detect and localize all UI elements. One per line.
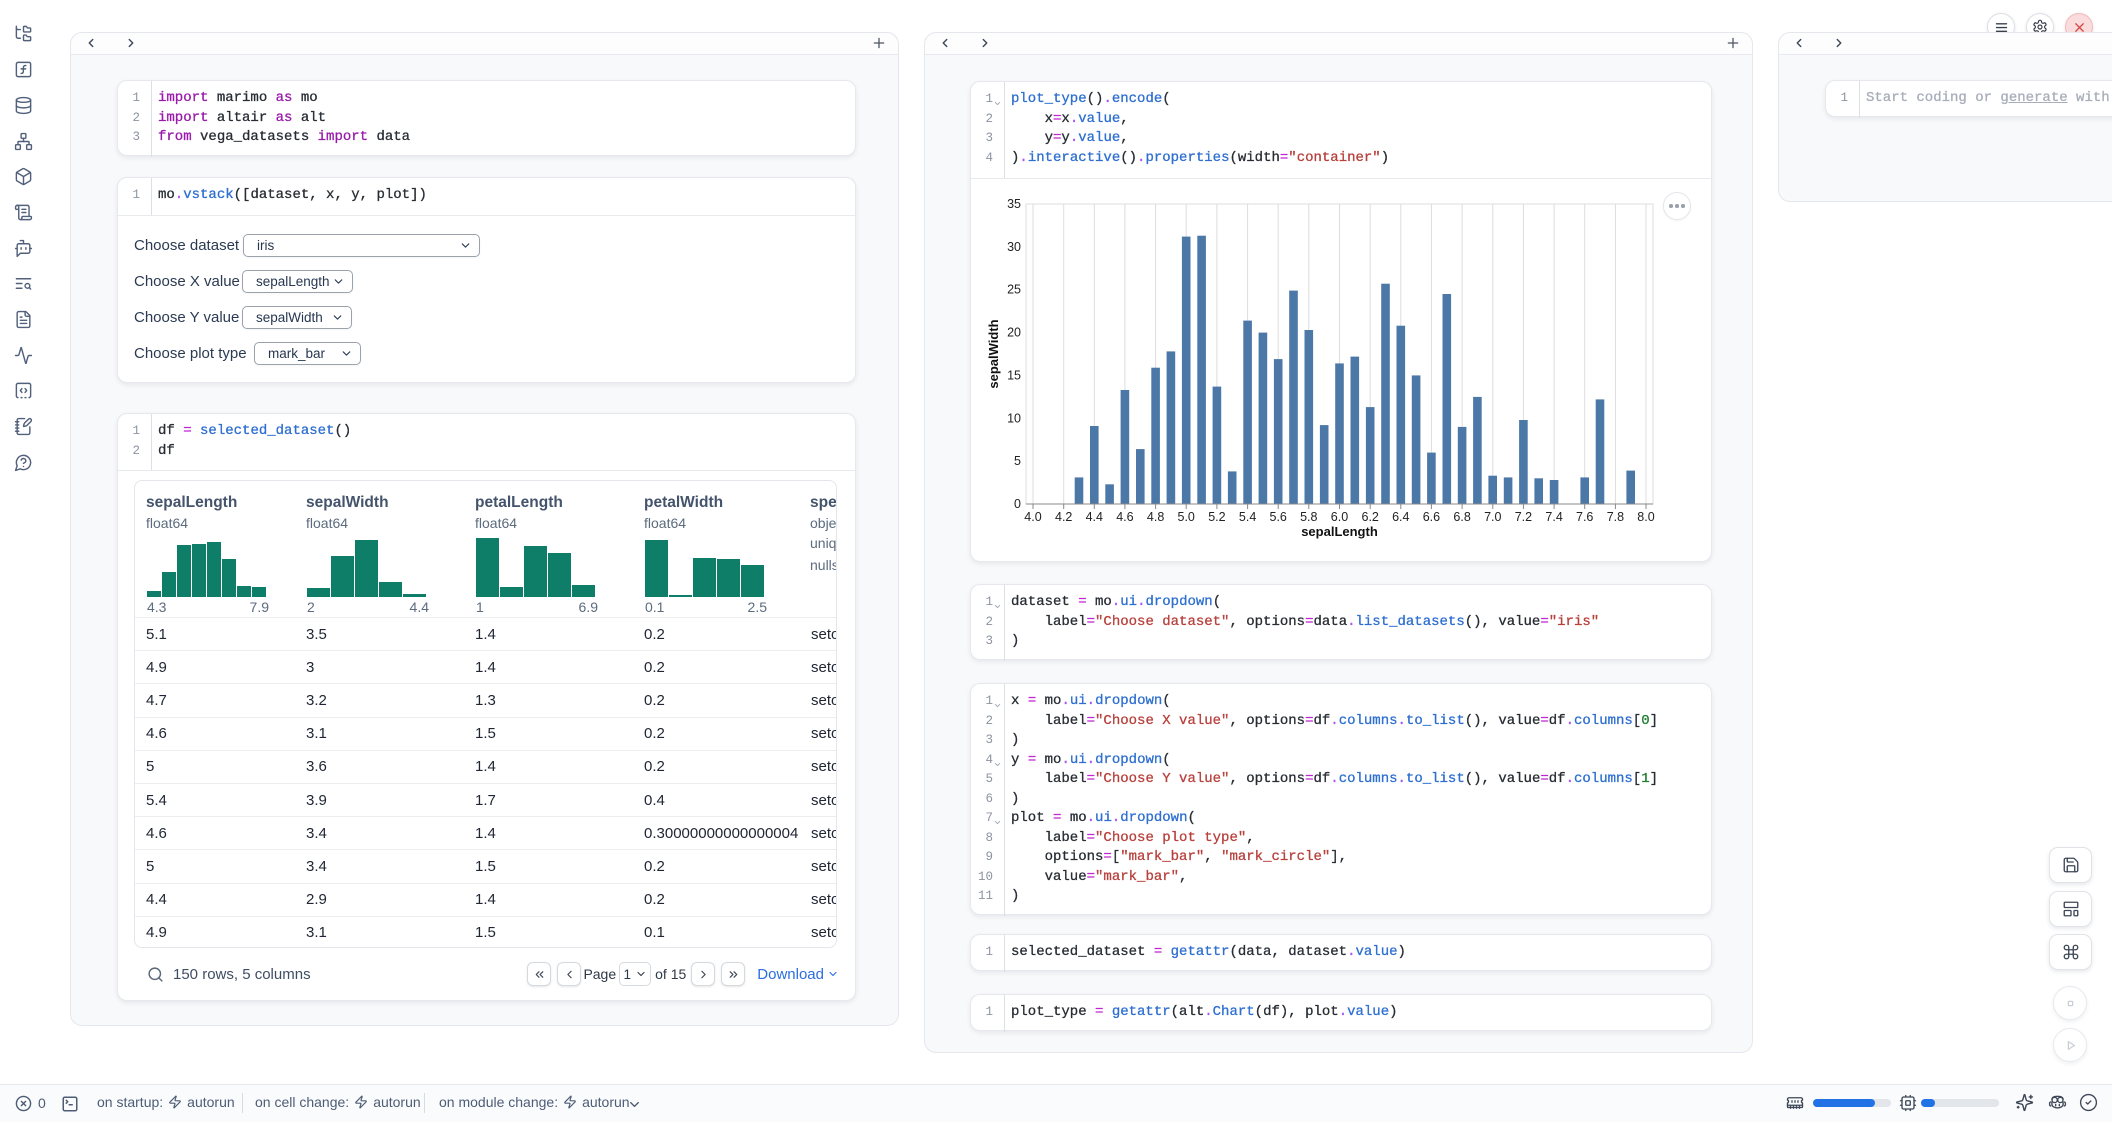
svg-text:4.2: 4.2 (1055, 510, 1072, 524)
svg-text:7.0: 7.0 (1484, 510, 1501, 524)
svg-text:7.4: 7.4 (1545, 510, 1562, 524)
svg-text:5.2: 5.2 (1208, 510, 1225, 524)
svg-text:8.0: 8.0 (1637, 510, 1654, 524)
svg-text:5.0: 5.0 (1178, 510, 1195, 524)
svg-text:5.6: 5.6 (1270, 510, 1287, 524)
svg-text:4.0: 4.0 (1024, 510, 1041, 524)
svg-text:6.0: 6.0 (1331, 510, 1348, 524)
svg-text:6.4: 6.4 (1392, 510, 1409, 524)
svg-text:6.2: 6.2 (1362, 510, 1379, 524)
svg-text:15: 15 (1007, 368, 1021, 382)
svg-text:7.6: 7.6 (1576, 510, 1593, 524)
svg-text:5: 5 (1014, 454, 1021, 468)
svg-text:7.2: 7.2 (1515, 510, 1532, 524)
svg-text:4.8: 4.8 (1147, 510, 1164, 524)
svg-text:sepalWidth: sepalWidth (986, 319, 1001, 388)
svg-text:10: 10 (1007, 411, 1021, 425)
svg-text:35: 35 (1007, 197, 1021, 211)
svg-text:6.8: 6.8 (1453, 510, 1470, 524)
svg-text:5.8: 5.8 (1300, 510, 1317, 524)
svg-text:20: 20 (1007, 326, 1021, 340)
svg-text:30: 30 (1007, 240, 1021, 254)
svg-text:4.4: 4.4 (1086, 510, 1103, 524)
svg-text:5.4: 5.4 (1239, 510, 1256, 524)
svg-text:0: 0 (1014, 497, 1021, 511)
svg-text:4.6: 4.6 (1116, 510, 1133, 524)
svg-text:25: 25 (1007, 283, 1021, 297)
svg-text:6.6: 6.6 (1423, 510, 1440, 524)
svg-text:sepalLength: sepalLength (1301, 524, 1378, 539)
svg-text:7.8: 7.8 (1607, 510, 1624, 524)
